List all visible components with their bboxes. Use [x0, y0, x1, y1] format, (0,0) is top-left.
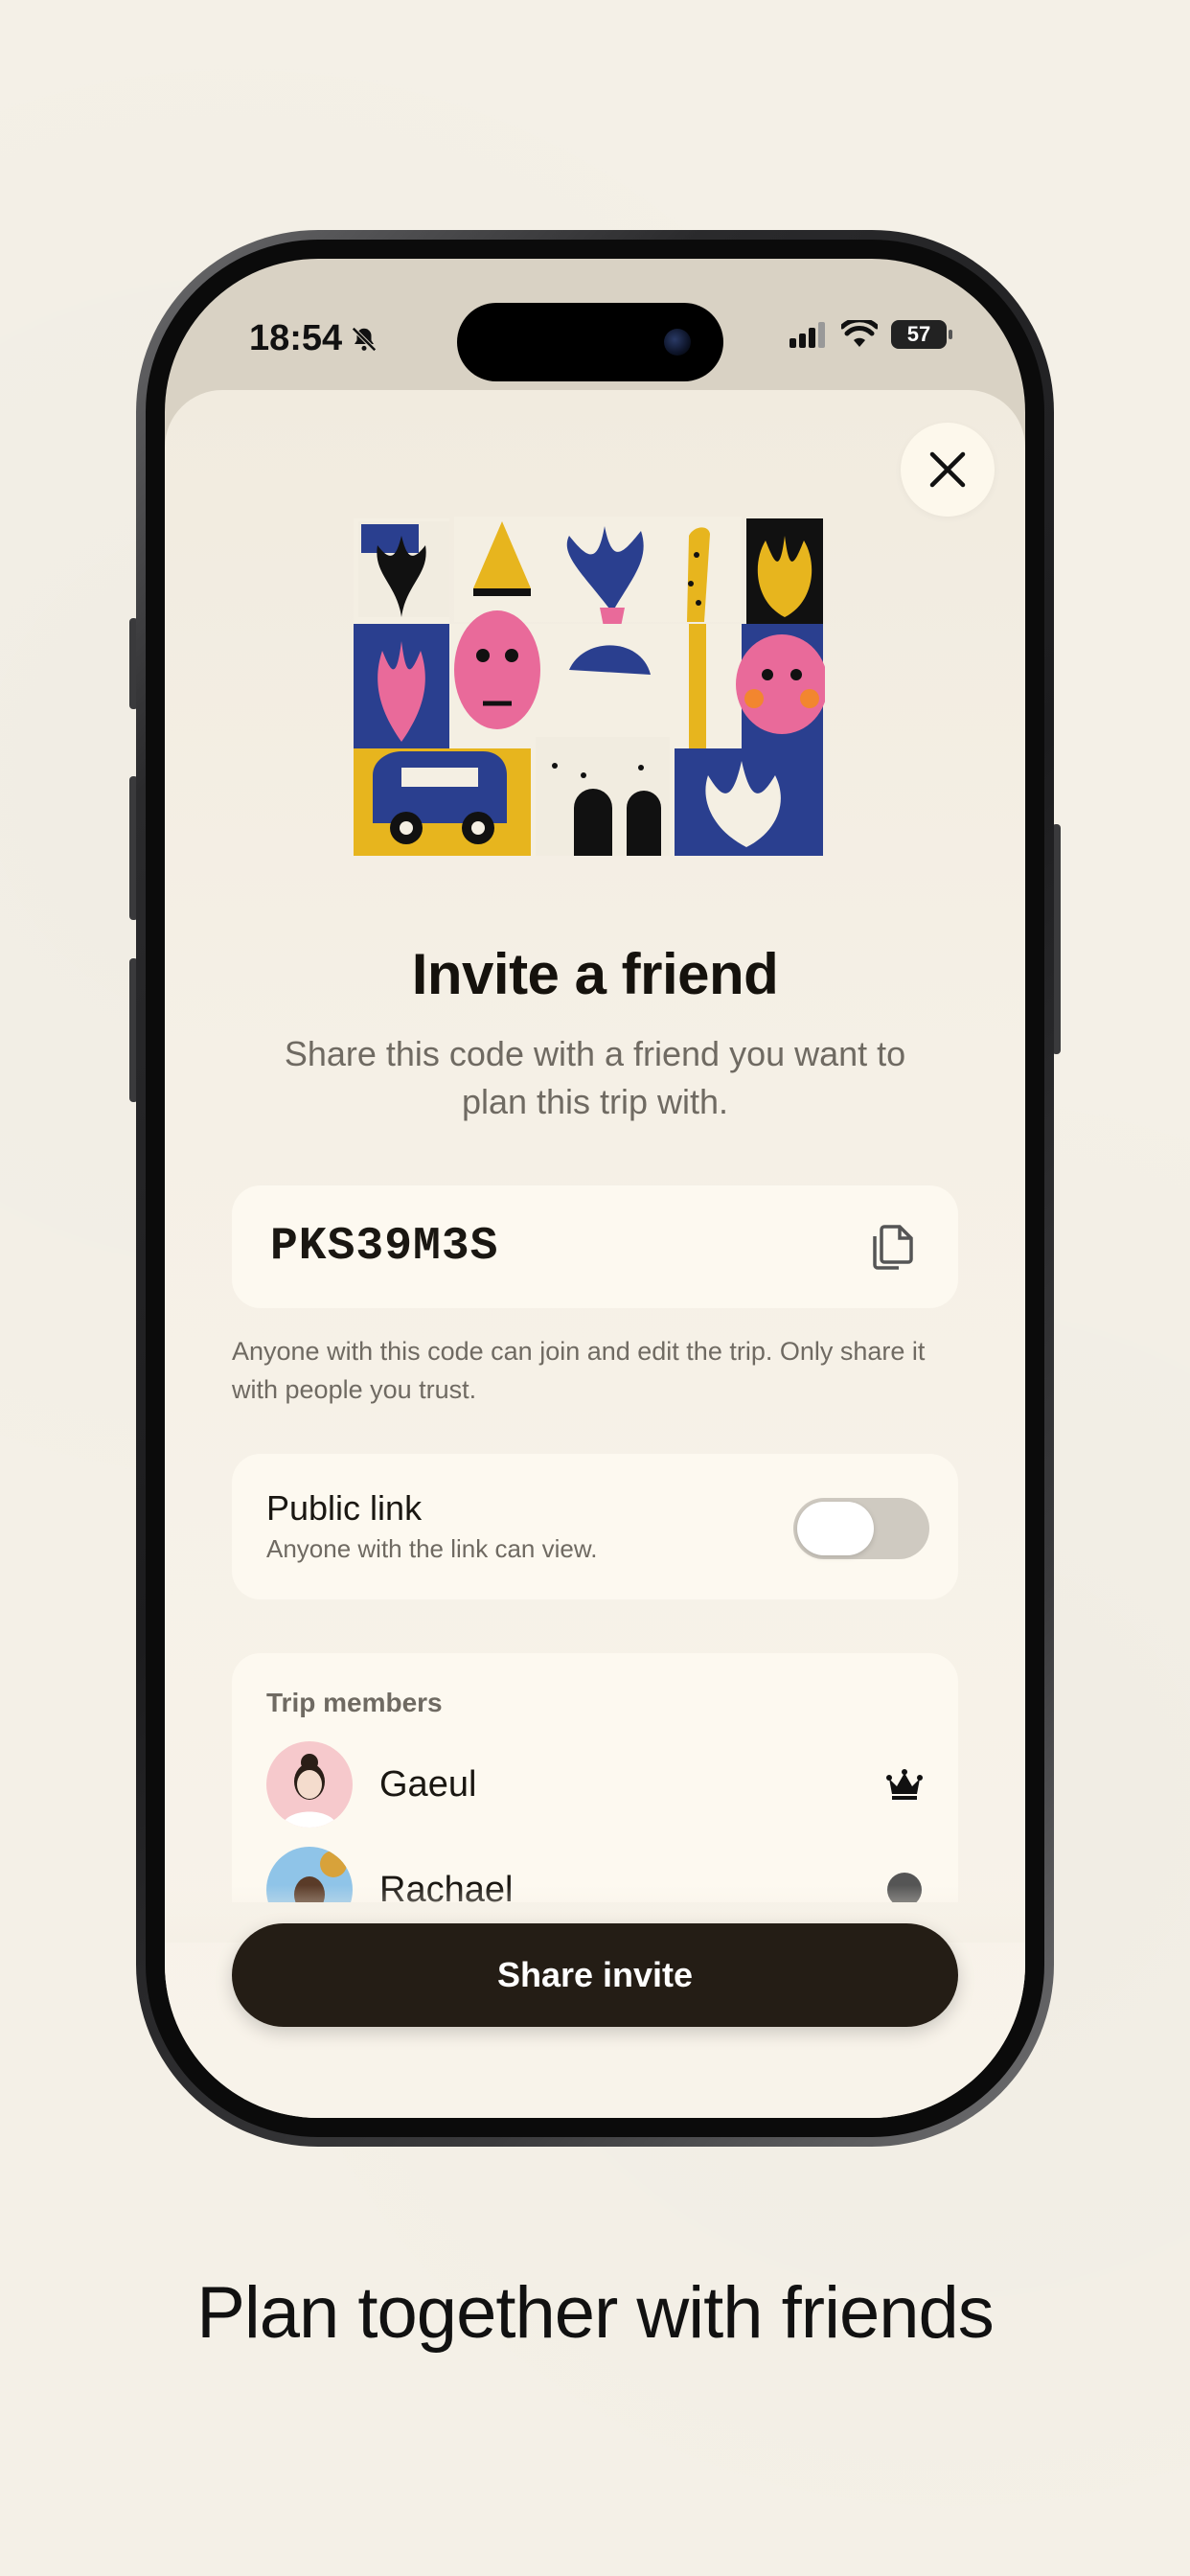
status-time: 18:54 [249, 318, 378, 359]
toggle-knob [797, 1502, 874, 1555]
code-note: Anyone with this code can join and edit … [232, 1337, 926, 1404]
public-link-card: Public link Anyone with the link can vie… [232, 1454, 958, 1599]
bell-slash-icon [352, 326, 377, 352]
invite-code-card[interactable]: PKS39M3S [232, 1185, 958, 1308]
phone-bezel: 18:54 57 Invite a friend Share this code… [146, 240, 1044, 2137]
marketing-caption: Plan together with friends [196, 2272, 995, 2354]
trip-members-card: Trip members Gaeul [232, 1653, 958, 1902]
camera-icon [664, 329, 691, 356]
battery-icon: 57 [891, 320, 952, 349]
crown-icon [886, 1769, 923, 1800]
dynamic-island [457, 303, 723, 381]
copy-icon [873, 1225, 913, 1270]
wifi-icon [841, 320, 878, 347]
time-text: 18:54 [249, 318, 343, 358]
share-invite-button[interactable]: Share invite [232, 1923, 958, 2027]
signal-icon [790, 322, 825, 348]
phone-screen: 18:54 57 Invite a friend Share this code… [165, 259, 1025, 2118]
close-button[interactable] [901, 423, 995, 517]
status-icons: 57 [790, 320, 952, 349]
member-name: Gaeul [379, 1763, 477, 1805]
page-subtitle: Share this code with a friend you want t… [284, 1034, 906, 1121]
invite-sheet: Invite a friend Share this code with a f… [165, 390, 1025, 2118]
page-title: Invite a friend [411, 942, 779, 1006]
travel-illustration [354, 517, 825, 856]
copy-button[interactable] [866, 1220, 920, 1274]
avatar [266, 1741, 353, 1828]
members-title: Trip members [266, 1688, 443, 1717]
public-link-toggle[interactable] [793, 1498, 929, 1559]
phone-frame: 18:54 57 Invite a friend Share this code… [136, 230, 1054, 2147]
invite-code: PKS39M3S [270, 1221, 499, 1273]
status-bar: 18:54 57 [165, 259, 1025, 393]
member-row[interactable]: Gaeul [266, 1732, 924, 1837]
close-icon [929, 451, 966, 488]
